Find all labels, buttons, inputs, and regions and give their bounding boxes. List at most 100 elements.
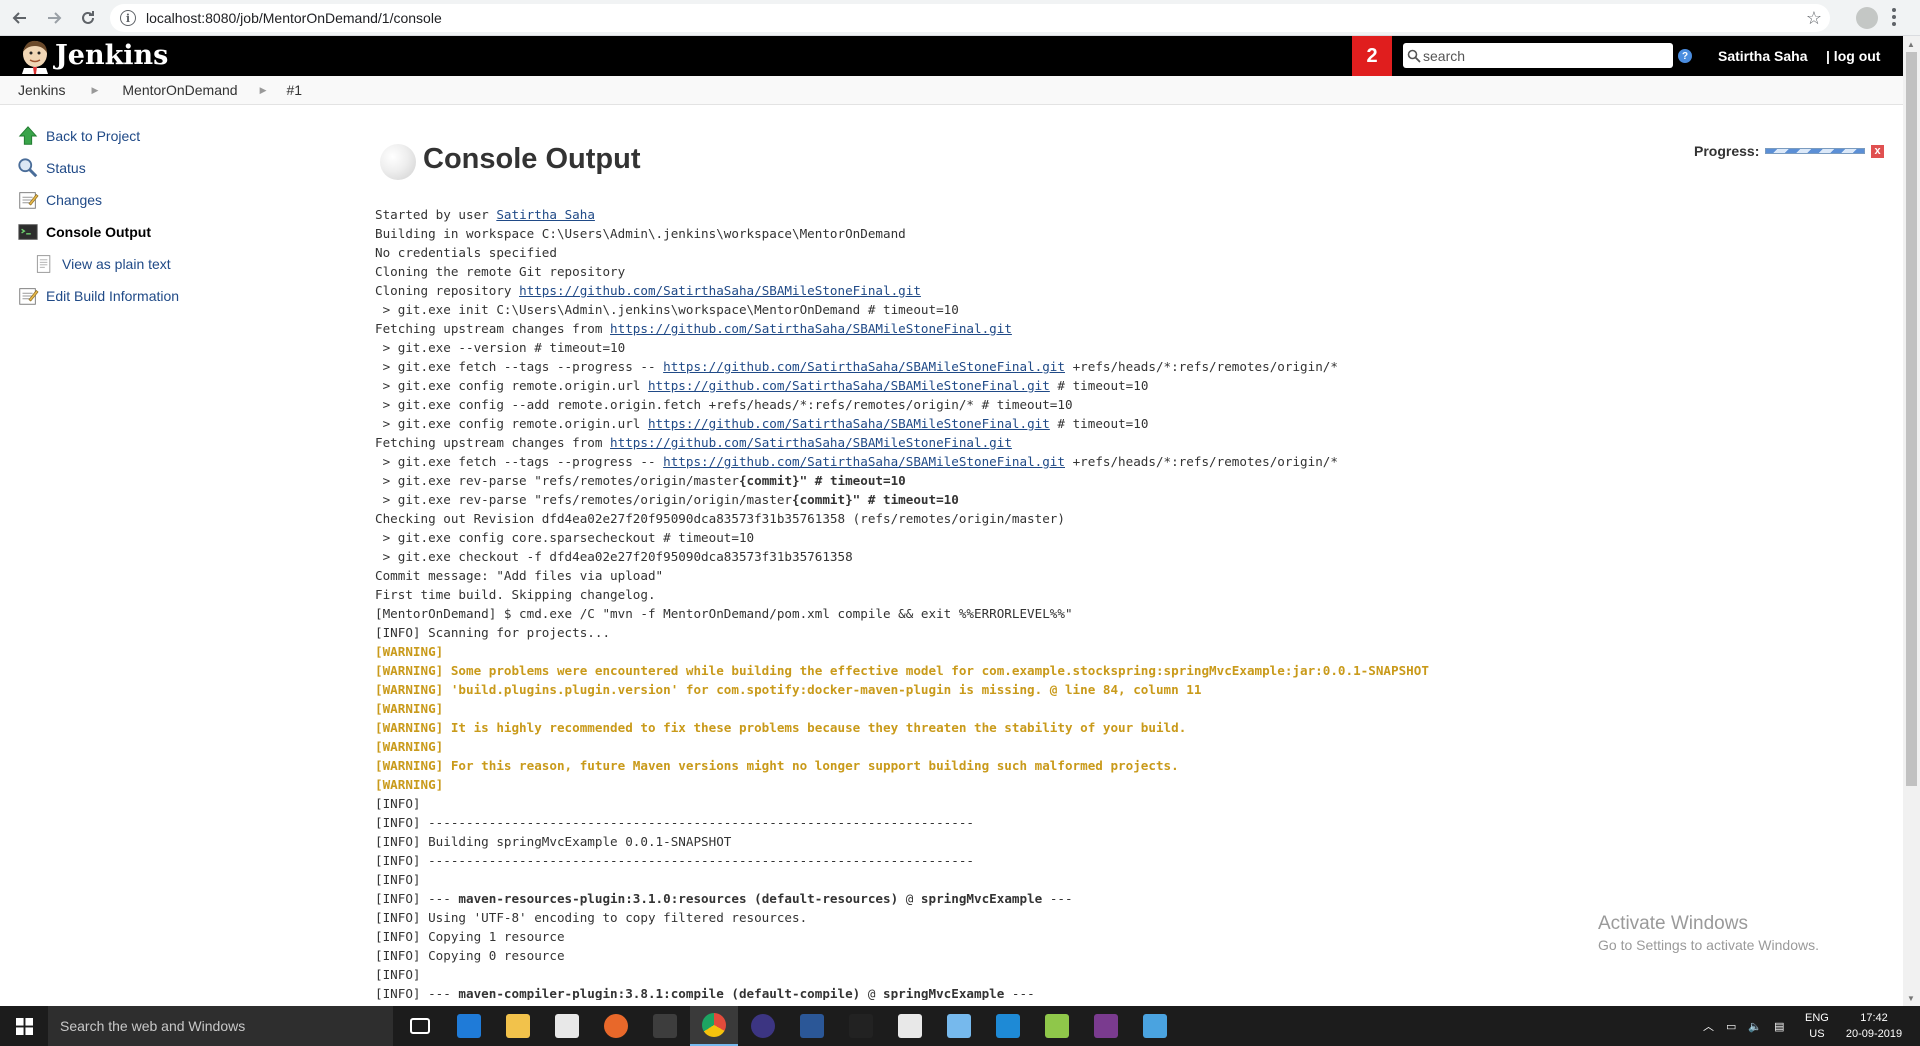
language-region: US bbox=[1809, 1028, 1825, 1040]
jenkins-header: Jenkins 2 ? Satirtha Saha | log out bbox=[0, 36, 1903, 76]
console-line: [INFO] ---------------------------------… bbox=[375, 815, 974, 830]
back-arrow-icon bbox=[12, 11, 26, 24]
console-link[interactable]: https://github.com/SatirthaSaha/SBAMileS… bbox=[519, 283, 921, 298]
language-code: ENG bbox=[1805, 1012, 1829, 1024]
taskbar-app-remote-desktop[interactable] bbox=[1131, 1006, 1179, 1046]
console-link[interactable]: https://github.com/SatirthaSaha/SBAMileS… bbox=[648, 378, 1050, 393]
address-bar[interactable]: i localhost:8080/job/MentorOnDemand/1/co… bbox=[110, 4, 1830, 32]
jenkins-logo-icon[interactable] bbox=[18, 38, 52, 74]
taskbar-app-chrome[interactable] bbox=[690, 1006, 738, 1046]
scrollbar-thumb[interactable] bbox=[1906, 52, 1917, 786]
task-label: Console Output bbox=[46, 224, 151, 240]
console-link[interactable]: https://github.com/SatirthaSaha/SBAMileS… bbox=[663, 454, 1065, 469]
pycharm-icon bbox=[653, 1014, 677, 1038]
taskbar-app-firefox[interactable] bbox=[592, 1006, 640, 1046]
console-line: [WARNING] 'build.plugins.plugin.version'… bbox=[375, 682, 1202, 697]
profile-avatar-icon[interactable] bbox=[1856, 7, 1878, 29]
taskbar-app-vscode[interactable] bbox=[984, 1006, 1032, 1046]
console-link[interactable]: https://github.com/SatirthaSaha/SBAMileS… bbox=[610, 435, 1012, 450]
task-status[interactable]: Status bbox=[16, 152, 346, 184]
breadcrumb-build[interactable]: #1 bbox=[286, 82, 302, 98]
taskbar-app-store[interactable] bbox=[543, 1006, 591, 1046]
console-link[interactable]: Satirtha Saha bbox=[496, 207, 595, 222]
browser-menu-icon[interactable] bbox=[1892, 8, 1896, 26]
build-status-ball-icon bbox=[380, 144, 416, 180]
taskbar-app-notepadpp[interactable] bbox=[1033, 1006, 1081, 1046]
user-name-link[interactable]: Satirtha Saha bbox=[1718, 48, 1807, 64]
console-line: [WARNING] It is highly recommended to fi… bbox=[375, 720, 1187, 735]
reload-button[interactable] bbox=[74, 4, 102, 32]
volume-icon[interactable]: 🔈 bbox=[1748, 1020, 1762, 1033]
taskbar-app-edge[interactable] bbox=[445, 1006, 493, 1046]
action-center-icon[interactable]: ▤ bbox=[1774, 1020, 1784, 1033]
task-label: View as plain text bbox=[62, 256, 171, 272]
task-changes[interactable]: Changes bbox=[16, 184, 346, 216]
vscode-icon bbox=[996, 1014, 1020, 1038]
firefox-icon bbox=[604, 1014, 628, 1038]
console-highlight: {commit}" # timeout=10 bbox=[792, 492, 959, 507]
terminal-icon bbox=[16, 220, 40, 244]
console-output: Started by user Satirtha Saha Building in… bbox=[375, 205, 1885, 1000]
input-language[interactable]: ENG US bbox=[1805, 1010, 1829, 1042]
back-button[interactable] bbox=[6, 4, 34, 32]
taskbar-app-photos[interactable] bbox=[886, 1006, 934, 1046]
chrome-icon bbox=[702, 1013, 726, 1037]
scroll-up-icon[interactable]: ▲ bbox=[1907, 40, 1915, 49]
console-line: [INFO] bbox=[375, 967, 421, 982]
search-input[interactable] bbox=[1423, 47, 1663, 64]
store-icon bbox=[555, 1014, 579, 1038]
task-back-to-project[interactable]: Back to Project bbox=[16, 120, 346, 152]
taskbar-app-eclipse[interactable] bbox=[739, 1006, 787, 1046]
taskbar-app-file-explorer[interactable] bbox=[494, 1006, 542, 1046]
console-link[interactable]: https://github.com/SatirthaSaha/SBAMileS… bbox=[648, 416, 1050, 431]
console-line: [INFO] --- maven-compiler-plugin:3.8.1:c… bbox=[375, 986, 1035, 1000]
site-info-icon[interactable]: i bbox=[120, 10, 136, 26]
task-console-output[interactable]: Console Output bbox=[16, 216, 346, 248]
taskbar-clock[interactable]: 17:42 20-09-2019 bbox=[1843, 1010, 1905, 1042]
taskbar-app-ide[interactable] bbox=[1082, 1006, 1130, 1046]
taskbar-app-pycharm[interactable] bbox=[641, 1006, 689, 1046]
console-line: > git.exe fetch --tags --progress -- htt… bbox=[375, 359, 1338, 374]
breadcrumb-separator-icon[interactable]: ▶ bbox=[91, 85, 98, 96]
taskbar-app-visual-studio[interactable] bbox=[788, 1006, 836, 1046]
console-line: > git.exe config remote.origin.url https… bbox=[375, 378, 1149, 393]
stop-build-icon[interactable]: x bbox=[1871, 145, 1884, 158]
notification-count-badge[interactable]: 2 bbox=[1352, 36, 1392, 76]
console-line: [WARNING] bbox=[375, 701, 444, 716]
taskbar-search-box[interactable]: Search the web and Windows bbox=[48, 1006, 393, 1046]
breadcrumb-jenkins[interactable]: Jenkins bbox=[18, 82, 65, 98]
taskbar-app-notepad[interactable] bbox=[935, 1006, 983, 1046]
address-url: localhost:8080/job/MentorOnDemand/1/cons… bbox=[146, 10, 442, 26]
taskbar-app-task-view[interactable] bbox=[396, 1006, 444, 1046]
document-icon bbox=[32, 252, 56, 276]
progress-bar bbox=[1765, 148, 1865, 154]
console-highlight: {commit}" # timeout=10 bbox=[738, 473, 906, 488]
jenkins-title[interactable]: Jenkins bbox=[55, 40, 168, 71]
show-hidden-icons-icon[interactable]: ︿ bbox=[1703, 1018, 1714, 1034]
help-icon[interactable]: ? bbox=[1678, 49, 1692, 63]
taskbar-app-command-prompt[interactable] bbox=[837, 1006, 885, 1046]
windows-logo-icon bbox=[15, 1017, 33, 1035]
console-line: [INFO] bbox=[375, 872, 421, 887]
task-edit-build-information[interactable]: Edit Build Information bbox=[16, 280, 346, 312]
logout-link[interactable]: | log out bbox=[1826, 48, 1880, 64]
eclipse-icon bbox=[751, 1014, 775, 1038]
network-icon[interactable]: ▭ bbox=[1726, 1020, 1736, 1033]
breadcrumb-job[interactable]: MentorOnDemand bbox=[122, 82, 237, 98]
bookmark-star-icon[interactable]: ☆ bbox=[1806, 8, 1822, 29]
breadcrumb: Jenkins ▶ MentorOnDemand ▶ #1 bbox=[0, 76, 1903, 105]
system-tray: ︿ ▭ 🔈 ▤ bbox=[1703, 1006, 1785, 1046]
watermark-title: Activate Windows bbox=[1598, 913, 1748, 934]
task-view-plain-text[interactable]: View as plain text bbox=[16, 248, 346, 280]
console-highlight: maven-compiler-plugin:3.8.1:compile (def… bbox=[458, 986, 861, 1000]
console-link[interactable]: https://github.com/SatirthaSaha/SBAMileS… bbox=[663, 359, 1065, 374]
console-line: [WARNING] Some problems were encountered… bbox=[375, 663, 1429, 678]
forward-button[interactable] bbox=[40, 4, 68, 32]
scroll-down-icon[interactable]: ▼ bbox=[1907, 994, 1915, 1003]
console-line: Cloning repository https://github.com/Sa… bbox=[375, 283, 921, 298]
breadcrumb-separator-icon[interactable]: ▶ bbox=[260, 85, 267, 96]
start-button[interactable] bbox=[0, 1006, 48, 1046]
ide-icon bbox=[1094, 1014, 1118, 1038]
console-link[interactable]: https://github.com/SatirthaSaha/SBAMileS… bbox=[610, 321, 1012, 336]
windows-taskbar: Search the web and Windows ︿ ▭ 🔈 ▤ ENG U… bbox=[0, 1006, 1920, 1046]
